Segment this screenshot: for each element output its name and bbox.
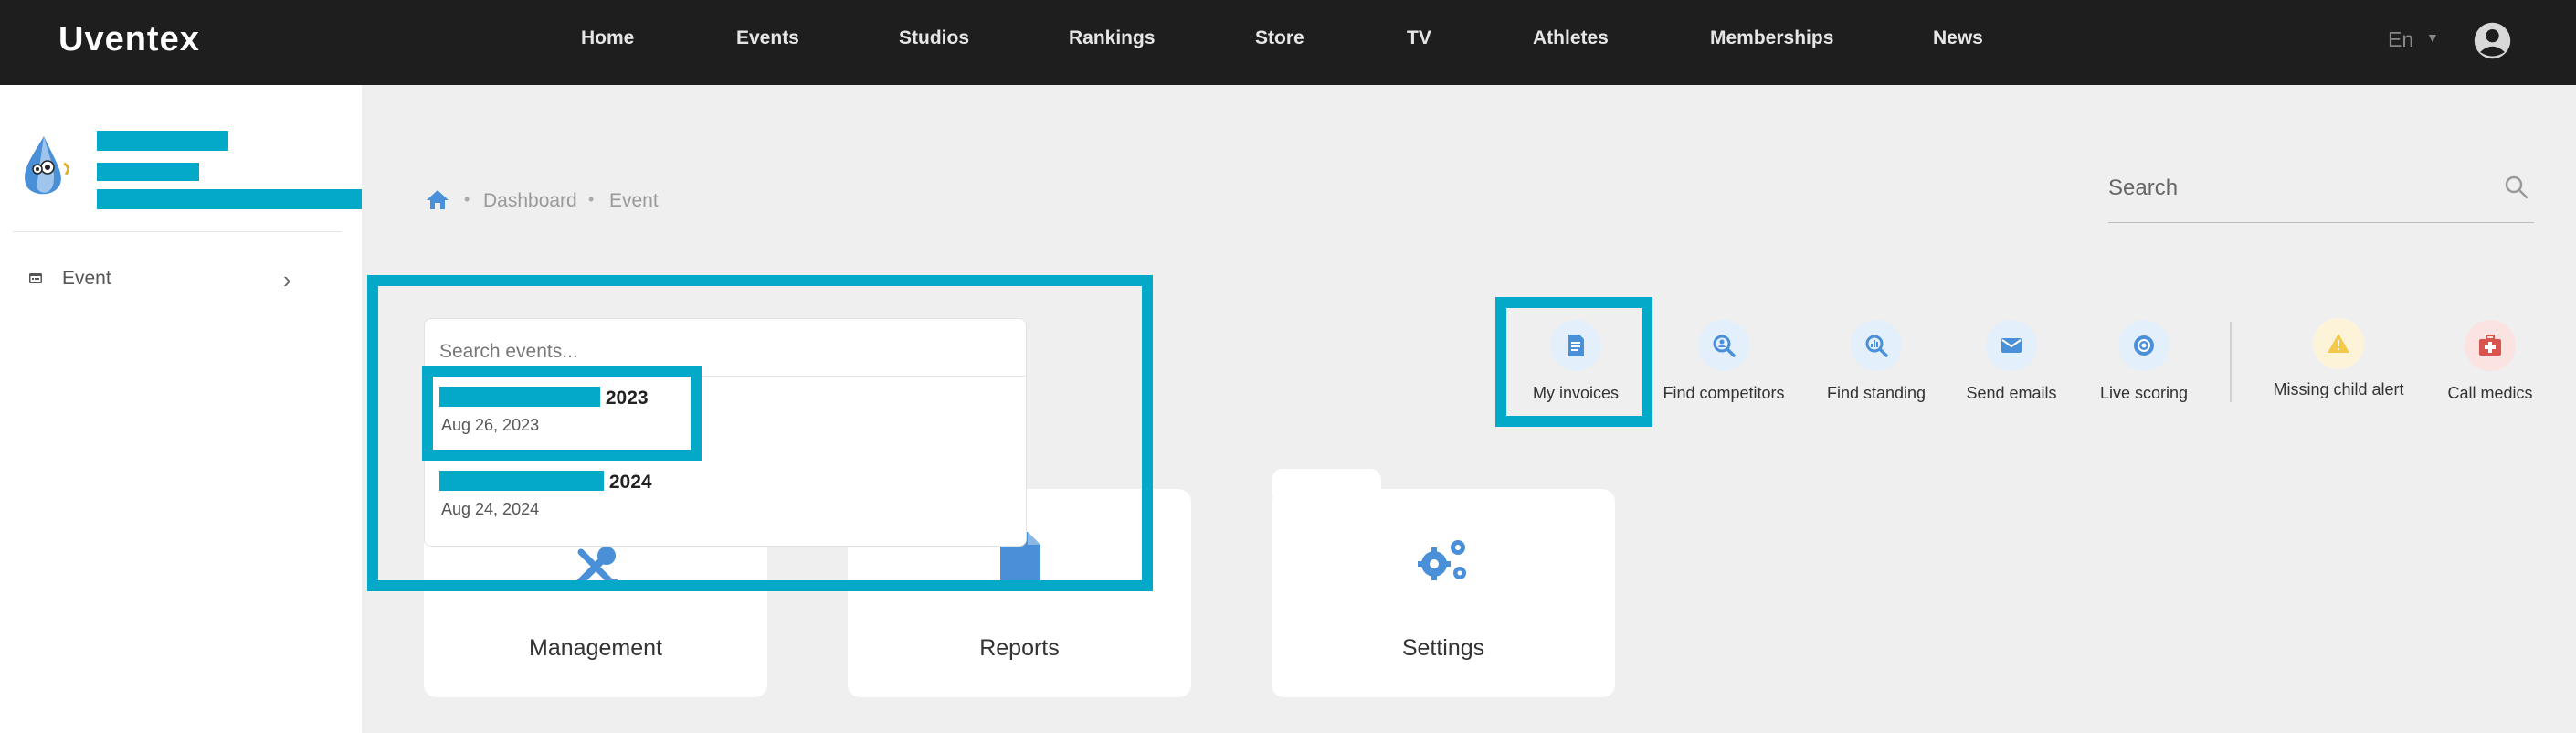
breadcrumb-separator: • bbox=[588, 190, 595, 208]
quick-action-call-medics[interactable]: Call medics bbox=[2408, 320, 2572, 411]
search-icon[interactable] bbox=[2503, 174, 2530, 201]
breadcrumb-separator: • bbox=[464, 190, 470, 208]
breadcrumb-dashboard[interactable]: Dashboard bbox=[483, 190, 577, 212]
nav-rankings[interactable]: Rankings bbox=[1069, 27, 1156, 49]
user-account-icon[interactable] bbox=[2473, 21, 2512, 60]
card-label: Management bbox=[529, 635, 662, 661]
top-navigation-bar: Uventex Home Events Studios Rankings Sto… bbox=[0, 0, 2576, 85]
organization-avatar bbox=[25, 136, 70, 195]
quick-action-live-scoring[interactable]: Live scoring bbox=[2062, 320, 2226, 411]
redacted-org-detail bbox=[97, 189, 362, 209]
brand-logo[interactable]: Uventex bbox=[58, 20, 200, 59]
quick-action-label: Find competitors bbox=[1663, 384, 1785, 402]
quick-action-find-competitors[interactable]: Find competitors bbox=[1642, 320, 1806, 411]
quick-actions-divider bbox=[2230, 322, 2232, 402]
quick-action-label: Live scoring bbox=[2099, 384, 2189, 402]
global-search bbox=[2108, 154, 2534, 223]
nav-events[interactable]: Events bbox=[736, 27, 799, 49]
gears-icon bbox=[1418, 540, 1466, 580]
find-standing-icon bbox=[1865, 335, 1888, 357]
card-settings[interactable]: Settings bbox=[1272, 489, 1615, 697]
card-label: Reports bbox=[979, 635, 1060, 661]
sidebar-item-label: Event bbox=[62, 268, 111, 289]
sidebar-item-event[interactable]: Event › bbox=[29, 264, 303, 293]
caret-down-icon[interactable]: ▼ bbox=[2426, 30, 2439, 45]
sidebar-divider bbox=[13, 231, 342, 232]
nav-studios[interactable]: Studios bbox=[899, 27, 969, 49]
nav-home[interactable]: Home bbox=[581, 27, 634, 49]
nav-store[interactable]: Store bbox=[1255, 27, 1304, 49]
medkit-icon bbox=[2479, 335, 2501, 356]
chevron-right-icon[interactable]: › bbox=[283, 266, 291, 294]
redacted-org-name bbox=[97, 131, 228, 151]
quick-action-label: Call medics bbox=[2447, 384, 2533, 402]
email-icon bbox=[2001, 338, 2022, 353]
nav-memberships[interactable]: Memberships bbox=[1710, 27, 1833, 49]
nav-athletes[interactable]: Athletes bbox=[1533, 27, 1609, 49]
live-scoring-icon bbox=[2134, 335, 2154, 356]
card-label: Settings bbox=[1401, 635, 1485, 661]
nav-news[interactable]: News bbox=[1933, 27, 1983, 49]
calendar-icon bbox=[29, 273, 42, 283]
quick-action-missing-child-alert[interactable]: Missing child alert bbox=[2256, 318, 2421, 409]
quick-action-label: Missing child alert bbox=[2273, 380, 2404, 398]
sidebar: Event › bbox=[0, 85, 362, 733]
redacted-org-subtitle bbox=[97, 163, 199, 181]
home-icon[interactable] bbox=[426, 188, 449, 210]
warning-icon bbox=[2328, 334, 2349, 353]
find-competitors-icon bbox=[1713, 335, 1736, 357]
nav-tv[interactable]: TV bbox=[1407, 27, 1431, 49]
language-selector[interactable]: En bbox=[2388, 27, 2413, 52]
search-input[interactable] bbox=[2108, 170, 2492, 207]
breadcrumb-event: Event bbox=[609, 190, 659, 211]
highlight-box-my-invoices bbox=[1495, 297, 1652, 427]
highlight-box-first-result bbox=[422, 366, 702, 461]
